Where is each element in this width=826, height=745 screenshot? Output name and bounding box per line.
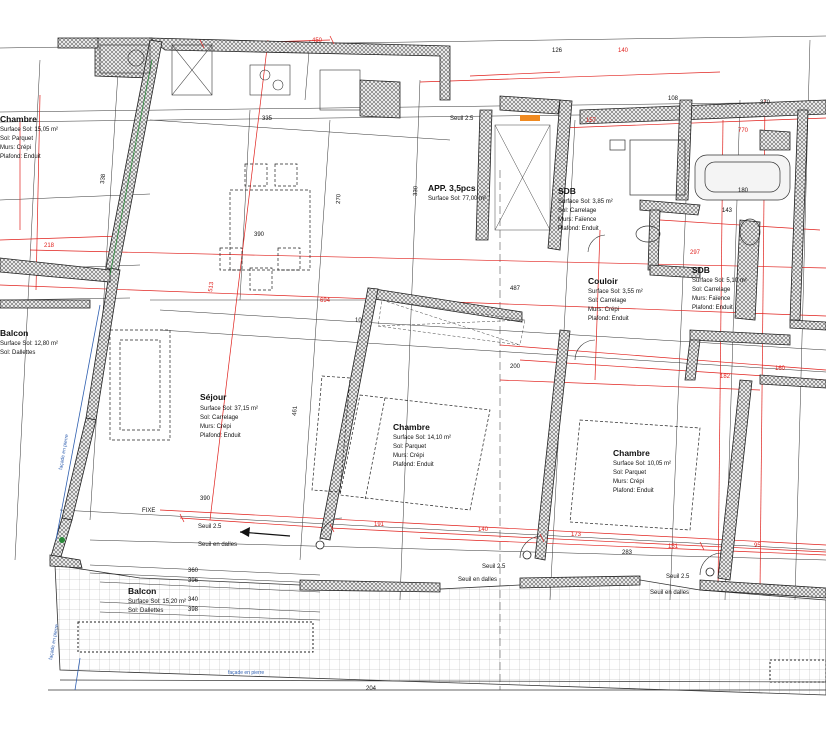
- dimension-label: 157: [586, 118, 597, 124]
- room-spec: Murs: Crépi: [393, 453, 424, 459]
- seuil-dalles-note: Seuil en dalles: [650, 590, 689, 596]
- room-spec: Sol: Parquet: [613, 470, 646, 476]
- dimension-label: 340: [188, 597, 199, 603]
- room-spec: Sol: Parquet: [0, 136, 33, 142]
- dimension-label: 390: [200, 496, 211, 502]
- room-title: SDB: [692, 265, 710, 275]
- dimension-label: 487: [510, 286, 521, 292]
- seuil-note: Seuil 2.5: [450, 116, 474, 122]
- dimension-label: 143: [722, 208, 733, 214]
- dimension-label: 370: [760, 100, 771, 106]
- room-spec: Surface Sol: 15,20 m²: [128, 599, 186, 605]
- dimension-label: 180: [738, 188, 749, 194]
- room-spec: Plafond: Enduit: [613, 488, 654, 494]
- room-spec: Murs: Crépi: [613, 479, 644, 485]
- seuil-dalles-note: Seuil en dalles: [198, 542, 237, 548]
- room-spec: Surface Sol: 3,55 m²: [588, 289, 643, 295]
- dimension-label: 140: [478, 527, 489, 533]
- dimension-label: 694: [320, 298, 331, 304]
- dimension-label: 283: [622, 550, 633, 556]
- dimension-label: 396: [188, 578, 199, 584]
- room-spec: Plafond: Enduit: [0, 154, 41, 160]
- seuil-note: Seuil 2.5: [666, 574, 690, 580]
- room-spec: Sol: Carrelage: [692, 287, 731, 293]
- dimension-label: 360: [188, 568, 199, 574]
- dimension-label: 10: [355, 318, 362, 324]
- room-title: Séjour: [200, 392, 227, 402]
- room-spec: Plafond: Enduit: [393, 462, 434, 468]
- room-spec: Murs: Faïence: [558, 217, 597, 223]
- room-title: SDB: [558, 186, 576, 196]
- room-spec: Surface Sol: 15,05 m²: [0, 127, 58, 133]
- room-spec: Sol: Dallettes: [0, 350, 35, 356]
- dimension-label: 297: [690, 250, 701, 256]
- room-spec: Surface Sol: 14,10 m²: [393, 435, 451, 441]
- dimension-label: 770: [738, 128, 749, 134]
- dimension-label: 461: [292, 405, 299, 416]
- dimension-label: 151: [668, 544, 679, 550]
- room-spec: Plafond: Enduit: [588, 316, 629, 322]
- dimension-label: 173: [571, 532, 582, 538]
- room-spec: Sol: Carrelage: [588, 298, 627, 304]
- dimension-label: 450: [312, 38, 323, 44]
- dimension-label: 95: [754, 543, 761, 549]
- room-spec: Surface Sol: 10,05 m²: [613, 461, 671, 467]
- dimension-label: 200: [510, 364, 521, 370]
- room-spec: Surface Sol: 12,80 m²: [0, 341, 58, 347]
- room-spec: Sol: Dallettes: [128, 608, 163, 614]
- room-title: Balcon: [128, 586, 156, 596]
- room-spec: Murs: Faïence: [692, 296, 731, 302]
- room-spec: Murs: Crépi: [588, 307, 619, 313]
- room-title: Couloir: [588, 276, 618, 286]
- dimension-label: 160: [775, 366, 786, 372]
- seuil-note: Seuil 2.5: [482, 564, 506, 570]
- dimension-label: 191: [374, 522, 385, 528]
- apartment-title: APP. 3,5pcs: [428, 183, 476, 193]
- dimension-label: 108: [668, 96, 679, 102]
- room-title: Chambre: [0, 114, 37, 124]
- room-spec: Sol: Parquet: [393, 444, 426, 450]
- apartment-surface: Surface Sol: 77,00 m²: [428, 196, 486, 202]
- dimension-label: 398: [188, 607, 199, 613]
- room-spec: Plafond: Enduit: [558, 226, 599, 232]
- dimension-label: 335: [262, 116, 273, 122]
- seuil-dalles-note: Seuil en dalles: [458, 577, 497, 583]
- dimension-label: 330: [413, 185, 419, 196]
- room-title: Chambre: [393, 422, 430, 432]
- seuil-note: Seuil 2.5: [198, 524, 222, 530]
- room-spec: Plafond: Enduit: [200, 433, 241, 439]
- room-spec: Murs: Crépi: [0, 145, 31, 151]
- floor-plan: APP. 3,5pcs Surface Sol: 77,00 m² Chambr…: [0, 0, 826, 745]
- dimension-label: 182: [720, 374, 731, 380]
- room-spec: Surface Sol: 5,10 m²: [692, 278, 747, 284]
- fixe-note: FIXE: [142, 508, 155, 514]
- room-spec: Sol: Carrelage: [200, 415, 239, 421]
- room-spec: Plafond: Enduit: [692, 305, 733, 311]
- dimension-label: 126: [552, 48, 563, 54]
- dimension-label: 390: [254, 232, 265, 238]
- dimension-label: 218: [44, 243, 55, 249]
- room-title: Chambre: [613, 448, 650, 458]
- dimension-label: 270: [336, 193, 342, 204]
- room-spec: Surface Sol: 37,15 m²: [200, 406, 258, 412]
- room-title: Balcon: [0, 328, 28, 338]
- dimension-label: 204: [366, 686, 377, 692]
- dimension-label: 338: [100, 173, 107, 184]
- room-spec: Murs: Crépi: [200, 424, 231, 430]
- dimension-label: 140: [618, 48, 629, 54]
- facade-note: façade en pierre: [228, 670, 264, 676]
- room-spec: Surface Sol: 3,85 m²: [558, 199, 613, 205]
- room-spec: Sol: Carrelage: [558, 208, 597, 214]
